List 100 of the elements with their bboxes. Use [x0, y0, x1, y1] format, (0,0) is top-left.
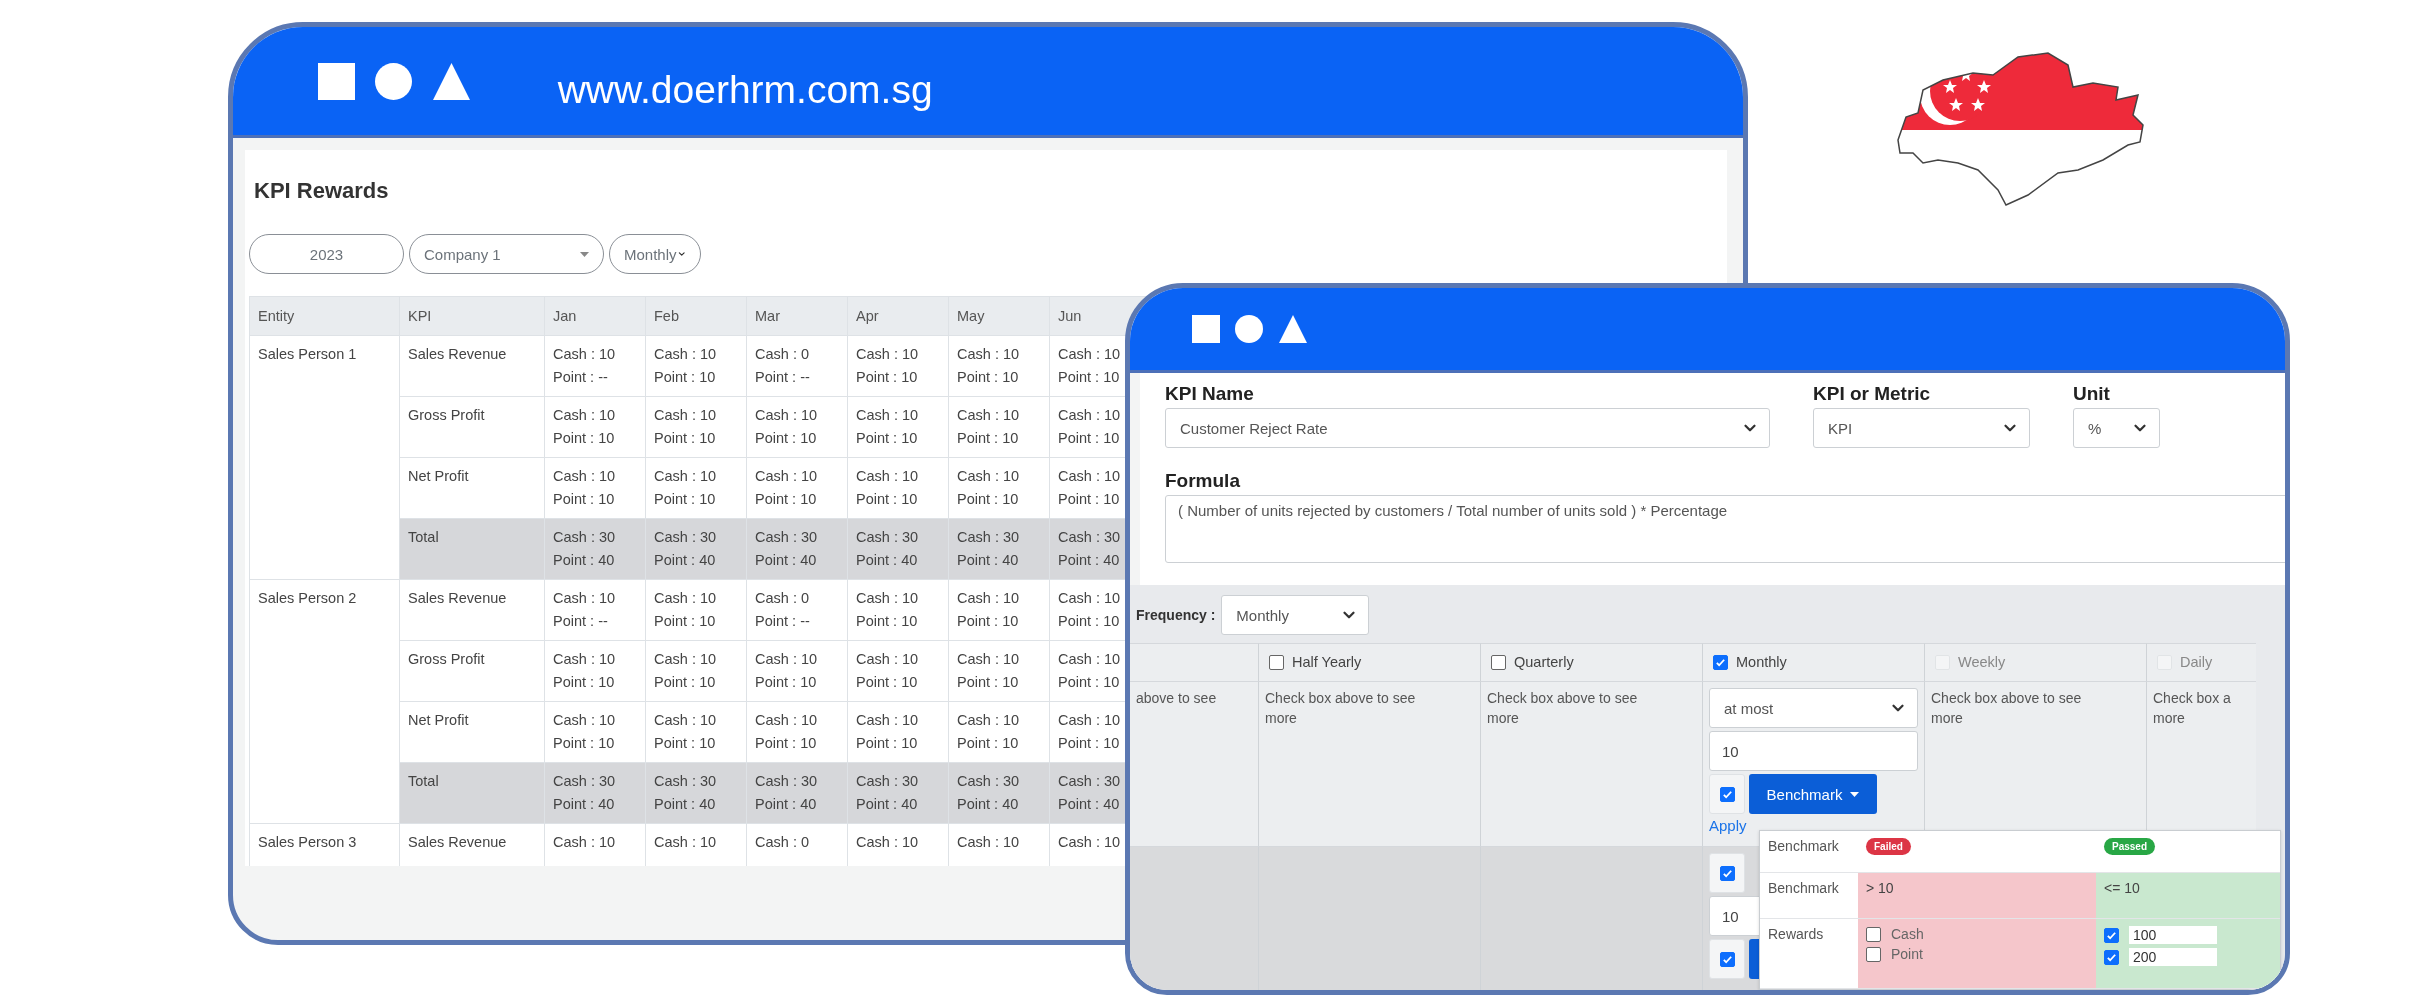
checkbox[interactable]: [1719, 865, 1735, 881]
kpi-cell: Gross Profit: [399, 640, 545, 702]
checkbox-label: Cash: [1891, 926, 1924, 942]
checkbox-label: Half Yearly: [1292, 654, 1362, 670]
table-cell: Cash : 10 Point : 10: [645, 701, 747, 763]
table-cell: Cash : 10 Point : 10: [746, 701, 848, 763]
checkbox-label: Point: [1891, 946, 1923, 962]
kpi-cell: Net Profit: [399, 701, 545, 763]
condition-select[interactable]: at most: [1709, 688, 1918, 728]
column-header: Entity: [249, 296, 400, 336]
page-title: KPI Rewards: [254, 178, 390, 204]
table-cell: Cash : 10 Point : 10: [645, 640, 747, 702]
column-header: May: [948, 296, 1050, 336]
table-cell: Cash : 10 Point : 10: [847, 396, 949, 458]
hint-text: Check box above to see more: [1931, 689, 2083, 728]
period-select[interactable]: Monthly: [609, 234, 701, 274]
total-label: Total: [399, 518, 545, 580]
checkbox[interactable]: [2104, 927, 2119, 943]
select-field[interactable]: %: [2073, 408, 2160, 448]
row-label: Benchmark: [1768, 838, 1840, 854]
checkbox[interactable]: [1866, 946, 1881, 962]
table-cell: Cash : 10 Point : 10: [645, 396, 747, 458]
checkbox[interactable]: [1866, 926, 1881, 942]
benchmark-button[interactable]: Benchmark: [1749, 774, 1877, 814]
kpi-cell: Sales Revenue: [399, 579, 545, 641]
company-select[interactable]: Company 1: [409, 234, 604, 274]
select-field[interactable]: KPI: [1813, 408, 2030, 448]
value-field[interactable]: 10: [1709, 731, 1918, 771]
kpi-cell: Sales Revenue: [399, 335, 545, 397]
checkbox-label: Quarterly: [1514, 654, 1574, 670]
table-cell: Cash : 30 Point : 40: [645, 518, 747, 580]
frequency-select[interactable]: Monthly: [1221, 595, 1370, 635]
table-cell: Cash : 10 Point : 10: [948, 701, 1050, 763]
checkmark-icon: [1721, 788, 1733, 800]
table-cell: Cash : 10 Point : 10: [847, 640, 949, 702]
table-cell: Cash : 30 Point : 40: [746, 762, 848, 824]
checkbox-label: Monthly: [1736, 654, 1787, 670]
hint-text: Check box a more: [2153, 689, 2232, 728]
table-cell: Cash : 10 Point : 10: [847, 701, 949, 763]
table-cell: Cash : 10 Point : 10: [847, 579, 949, 641]
reward-field[interactable]: 200: [2129, 948, 2217, 966]
checkmark-icon: [2106, 951, 2117, 963]
select-field[interactable]: Customer Reject Rate: [1165, 408, 1770, 448]
table-cell: Cash : 30 Point : 40: [847, 762, 949, 824]
table-cell: Cash : 10 Point : 10: [746, 396, 848, 458]
table-cell: Cash : 10 Point : 10: [544, 640, 646, 702]
formula-field[interactable]: ( Number of units rejected by customers / Total number of units sold ) * Percentage: [1165, 495, 2285, 563]
entity-cell: Sales Person 2: [249, 579, 400, 824]
table-cell: Cash : 10 Point : 10: [645, 579, 747, 641]
entity-cell: Sales Person 3: [249, 823, 400, 866]
circle-icon: [1235, 315, 1264, 343]
table-cell: Cash : 10 Point : 10: [948, 335, 1050, 397]
failed-benchmark: > 10: [1858, 873, 2096, 919]
table-cell: Cash : 30 Point : 40: [847, 518, 949, 580]
column-header: KPI: [399, 296, 545, 336]
table-cell: Cash : 10 Point : 10: [948, 640, 1050, 702]
checkbox[interactable]: [1713, 654, 1728, 670]
table-cell: Cash : 10 Point : 10: [948, 396, 1050, 458]
table-cell: Cash : 30 Point : 40: [645, 762, 747, 824]
field-label: Unit: [2073, 383, 2111, 405]
field-label: Formula: [1165, 470, 1241, 492]
table-cell: Cash : 10 Point : 10: [948, 457, 1050, 519]
reward-field[interactable]: 100: [2129, 926, 2217, 944]
checkbox[interactable]: [1269, 654, 1284, 670]
kpi-cell: Gross Profit: [399, 396, 545, 458]
field-label: KPI or Metric: [1813, 383, 1932, 405]
checkbox[interactable]: [1491, 654, 1506, 670]
table-cell: Cash : 10 Point : --: [544, 579, 646, 641]
table-cell: Cash : 10: [544, 823, 646, 866]
table-cell: Cash : 30 Point : 40: [544, 518, 646, 580]
checkbox-label: Daily: [2180, 654, 2213, 670]
table-cell: Cash : 10 Point : 10: [847, 335, 949, 397]
table-cell: Cash : 30 Point : 40: [746, 518, 848, 580]
table-cell: Cash : 10 Point : 10: [544, 457, 646, 519]
column-header: Mar: [746, 296, 848, 336]
column-header: Jan: [544, 296, 646, 336]
apply-link[interactable]: Apply: [1709, 817, 1918, 834]
field-label: KPI Name: [1165, 383, 1255, 405]
column-header: Apr: [847, 296, 949, 336]
checkmark-icon: [1715, 656, 1726, 668]
table-cell: Cash : 10: [948, 823, 1050, 866]
checkmark-icon: [1721, 867, 1733, 879]
caret-icon: [1850, 791, 1860, 797]
total-label: Total: [399, 762, 545, 824]
table-cell: Cash : 30 Point : 40: [948, 518, 1050, 580]
caret-icon: [580, 251, 589, 257]
checkbox[interactable]: [2104, 949, 2119, 965]
table-cell: Cash : 10 Point : 10: [948, 579, 1050, 641]
checkbox[interactable]: [1719, 951, 1735, 967]
column-header: Feb: [645, 296, 747, 336]
table-cell: Cash : 0 Point : --: [746, 335, 848, 397]
checkbox[interactable]: [1719, 786, 1735, 802]
year-field[interactable]: 2023: [249, 234, 404, 274]
hint-text: Check box above to see more: [1265, 689, 1417, 728]
checkmark-icon: [1721, 953, 1733, 965]
checkbox-label: Weekly: [1958, 654, 2006, 670]
kpi-cell: Sales Revenue: [399, 823, 545, 866]
passed-benchmark: <= 10: [2096, 873, 2280, 919]
table-cell: Cash : 10 Point : 10: [544, 701, 646, 763]
table-cell: Cash : 10 Point : 10: [847, 457, 949, 519]
